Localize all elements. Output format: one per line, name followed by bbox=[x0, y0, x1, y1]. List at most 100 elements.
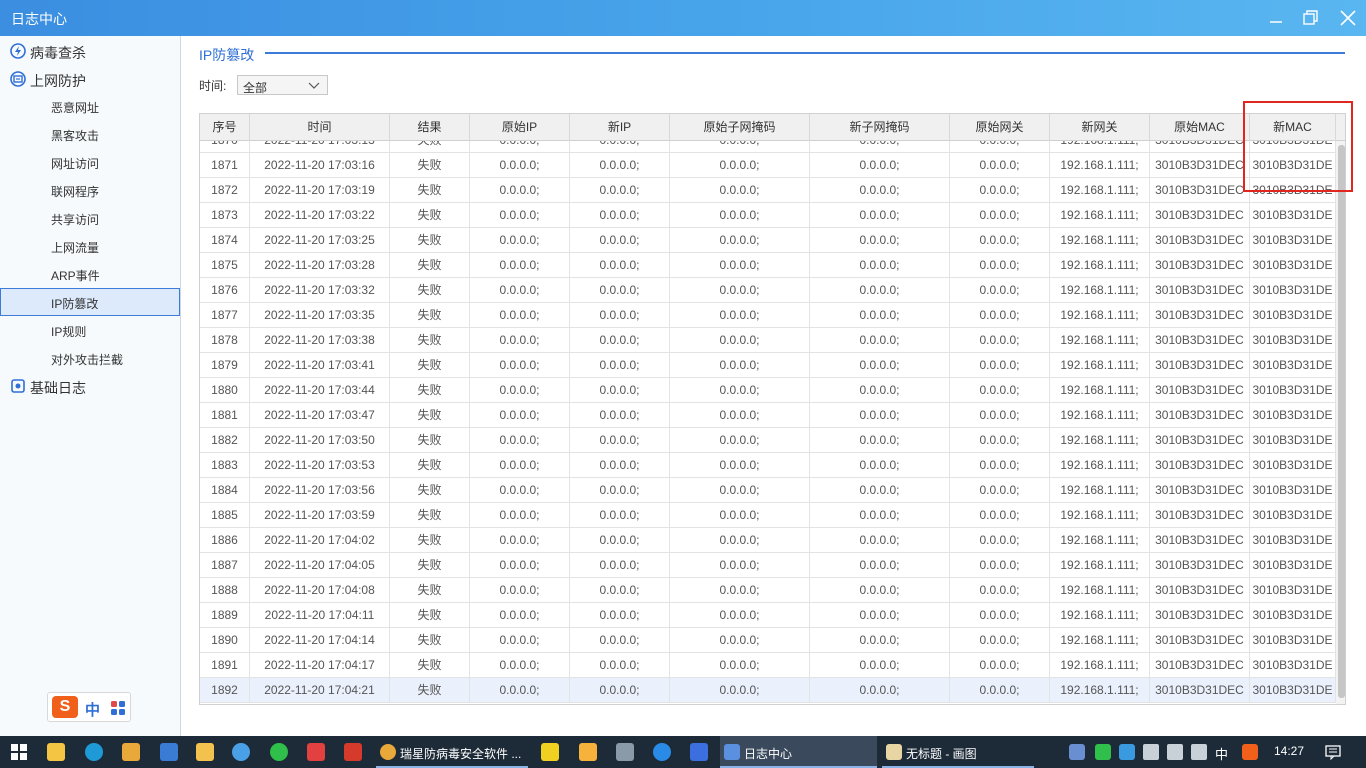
column-header-new-gateway[interactable]: 新网关 bbox=[1050, 114, 1150, 141]
table-row[interactable]: 1890 2022-11-20 17:04:14 失败 0.0.0.0; 0.0.0.0… bbox=[200, 628, 1336, 653]
cell-new-mac: 3010B3D31DE bbox=[1250, 578, 1336, 602]
sidebar-item-ip-rules[interactable]: IP规则 bbox=[0, 316, 180, 344]
table-row[interactable]: 1872 2022-11-20 17:03:19 失败 0.0.0.0; 0.0.0.0… bbox=[200, 178, 1336, 203]
table-row[interactable]: 1886 2022-11-20 17:04:02 失败 0.0.0.0; 0.0.0.0… bbox=[200, 528, 1336, 553]
time-filter-select[interactable]: 全部 bbox=[237, 75, 328, 95]
taskbar-app-log-center[interactable]: 日志中心 bbox=[720, 736, 877, 768]
table-row[interactable]: 1887 2022-11-20 17:04:05 失败 0.0.0.0; 0.0.0.0… bbox=[200, 553, 1336, 578]
ime-tray-indicator[interactable]: 中 bbox=[1215, 744, 1228, 763]
sidebar-group-network-protection[interactable]: 上网防护 bbox=[0, 65, 180, 93]
sidebar-item-outbound-attack[interactable]: 对外攻击拦截 bbox=[0, 344, 180, 372]
calculator-icon[interactable] bbox=[616, 743, 634, 761]
column-header-result[interactable]: 结果 bbox=[390, 114, 470, 141]
table-row[interactable]: 1873 2022-11-20 17:03:22 失败 0.0.0.0; 0.0.0.0… bbox=[200, 203, 1336, 228]
cell-orig-gateway: 0.0.0.0; bbox=[950, 253, 1050, 277]
table-row[interactable]: 1877 2022-11-20 17:03:35 失败 0.0.0.0; 0.0.0.0… bbox=[200, 303, 1336, 328]
network-status-icon[interactable] bbox=[1167, 744, 1183, 760]
volume-icon[interactable] bbox=[1191, 744, 1207, 760]
sidebar-group-virus-scan[interactable]: 病毒查杀 bbox=[0, 37, 180, 65]
edge-browser-icon[interactable] bbox=[85, 743, 103, 761]
pdf-tool-icon[interactable] bbox=[344, 743, 362, 761]
cell-result: 失败 bbox=[390, 403, 470, 427]
taskbar-app-rising-browser[interactable]: 瑞星防病毒安全软件 ... bbox=[376, 736, 528, 768]
sidebar-item-malicious-url[interactable]: 恶意网址 bbox=[0, 92, 180, 120]
scrollbar-thumb[interactable] bbox=[1338, 145, 1345, 698]
cell-seq: 1876 bbox=[200, 278, 250, 302]
table-row[interactable]: 1874 2022-11-20 17:03:25 失败 0.0.0.0; 0.0.0.0… bbox=[200, 228, 1336, 253]
minimize-button[interactable] bbox=[1266, 8, 1286, 28]
column-header-orig-mac[interactable]: 原始MAC bbox=[1150, 114, 1250, 141]
restore-button[interactable] bbox=[1301, 8, 1321, 28]
feishu-icon[interactable] bbox=[690, 743, 708, 761]
network-protection-icon bbox=[10, 71, 26, 87]
cell-new-mac: 3010B3D31DE bbox=[1250, 528, 1336, 552]
table-row[interactable]: 1882 2022-11-20 17:03:50 失败 0.0.0.0; 0.0.0.0… bbox=[200, 428, 1336, 453]
cell-orig-mask: 0.0.0.0; bbox=[670, 228, 810, 252]
clock[interactable]: 14:27 bbox=[1274, 744, 1304, 758]
column-header-seq[interactable]: 序号 bbox=[200, 114, 250, 141]
table-row[interactable]: 1876 2022-11-20 17:03:32 失败 0.0.0.0; 0.0.0.0… bbox=[200, 278, 1336, 303]
sidebar-item-arp-events[interactable]: ARP事件 bbox=[0, 260, 180, 288]
table-row[interactable]: 1878 2022-11-20 17:03:38 失败 0.0.0.0; 0.0.0.0… bbox=[200, 328, 1336, 353]
cell-new-mask: 0.0.0.0; bbox=[810, 528, 950, 552]
table-row[interactable]: 1883 2022-11-20 17:03:53 失败 0.0.0.0; 0.0.0.0… bbox=[200, 453, 1336, 478]
table-row[interactable]: 1884 2022-11-20 17:03:56 失败 0.0.0.0; 0.0.0.0… bbox=[200, 478, 1336, 503]
column-header-orig-ip[interactable]: 原始IP bbox=[470, 114, 570, 141]
cell-time: 2022-11-20 17:03:16 bbox=[250, 153, 390, 177]
cell-time: 2022-11-20 17:03:22 bbox=[250, 203, 390, 227]
sidebar-item-network-programs[interactable]: 联网程序 bbox=[0, 176, 180, 204]
network-app-icon[interactable] bbox=[232, 743, 250, 761]
vertical-scrollbar[interactable] bbox=[1336, 141, 1345, 704]
messenger-icon[interactable] bbox=[653, 743, 671, 761]
sidebar-group-basic-log[interactable]: 基础日志 bbox=[0, 372, 180, 400]
notes-app-icon[interactable] bbox=[579, 743, 597, 761]
cell-orig-mask: 0.0.0.0; bbox=[670, 553, 810, 577]
network-tool-icon[interactable] bbox=[160, 743, 178, 761]
ime-menu-icon bbox=[111, 701, 125, 715]
table-row[interactable]: 1891 2022-11-20 17:04:17 失败 0.0.0.0; 0.0.0.0… bbox=[200, 653, 1336, 678]
cell-seq: 1877 bbox=[200, 303, 250, 327]
rising-tool-icon[interactable] bbox=[307, 743, 325, 761]
sidebar-item-traffic[interactable]: 上网流量 bbox=[0, 232, 180, 260]
security-tray-icon[interactable] bbox=[1069, 744, 1085, 760]
store-icon[interactable] bbox=[47, 743, 65, 761]
cell-orig-mask: 0.0.0.0; bbox=[670, 478, 810, 502]
sidebar-item-share-access[interactable]: 共享访问 bbox=[0, 204, 180, 232]
table-row[interactable]: 1871 2022-11-20 17:03:16 失败 0.0.0.0; 0.0.0.0… bbox=[200, 153, 1336, 178]
close-button[interactable] bbox=[1338, 8, 1358, 28]
chart-app-icon[interactable] bbox=[541, 743, 559, 761]
column-header-time[interactable]: 时间 bbox=[250, 114, 390, 141]
notification-center-icon[interactable] bbox=[1325, 744, 1341, 760]
table-row[interactable]: 1881 2022-11-20 17:03:47 失败 0.0.0.0; 0.0.0.0… bbox=[200, 403, 1336, 428]
cell-orig-mask: 0.0.0.0; bbox=[670, 378, 810, 402]
column-header-new-ip[interactable]: 新IP bbox=[570, 114, 670, 141]
sidebar-item-url-access[interactable]: 网址访问 bbox=[0, 148, 180, 176]
ime-widget[interactable]: S 中 bbox=[47, 692, 131, 722]
sidebar-item-hacker-attack[interactable]: 黑客攻击 bbox=[0, 120, 180, 148]
table-row[interactable]: 1889 2022-11-20 17:04:11 失败 0.0.0.0; 0.0.0.0… bbox=[200, 603, 1336, 628]
cell-orig-ip: 0.0.0.0; bbox=[470, 428, 570, 452]
battery-icon[interactable] bbox=[1143, 744, 1159, 760]
file-explorer-icon[interactable] bbox=[196, 743, 214, 761]
defender-tray-icon[interactable] bbox=[1095, 744, 1111, 760]
table-row[interactable]: 1888 2022-11-20 17:04:08 失败 0.0.0.0; 0.0.0.0… bbox=[200, 578, 1336, 603]
sogou-tray-icon[interactable] bbox=[1242, 744, 1258, 760]
column-header-new-mask[interactable]: 新子网掩码 bbox=[810, 114, 950, 141]
table-row[interactable]: 1875 2022-11-20 17:03:28 失败 0.0.0.0; 0.0.0.0… bbox=[200, 253, 1336, 278]
wechat-icon[interactable] bbox=[270, 743, 288, 761]
sidebar-item-ip-tamper[interactable]: IP防篡改 bbox=[0, 288, 180, 316]
column-header-orig-gateway[interactable]: 原始网关 bbox=[950, 114, 1050, 141]
column-header-orig-mask[interactable]: 原始子网掩码 bbox=[670, 114, 810, 141]
table-row[interactable]: 18702022-11-20 17:03:13失败0.0.0.0;0.0.0.0… bbox=[200, 141, 1336, 153]
cell-new-ip: 0.0.0.0; bbox=[570, 278, 670, 302]
cell-time: 2022-11-20 17:04:08 bbox=[250, 578, 390, 602]
windows-start-icon[interactable] bbox=[10, 743, 28, 761]
table-row[interactable]: 1892 2022-11-20 17:04:21 失败 0.0.0.0; 0.0.0.0… bbox=[200, 678, 1336, 703]
flash-tool-icon[interactable] bbox=[122, 743, 140, 761]
vpn-tray-icon[interactable] bbox=[1119, 744, 1135, 760]
table-row[interactable]: 1885 2022-11-20 17:03:59 失败 0.0.0.0; 0.0.0.0… bbox=[200, 503, 1336, 528]
taskbar-app-paint[interactable]: 无标题 - 画图 bbox=[882, 736, 1034, 768]
table-row[interactable]: 1879 2022-11-20 17:03:41 失败 0.0.0.0; 0.0.0.0… bbox=[200, 353, 1336, 378]
table-row[interactable]: 1880 2022-11-20 17:03:44 失败 0.0.0.0; 0.0.0.0… bbox=[200, 378, 1336, 403]
cell-orig-gateway: 0.0.0.0; bbox=[950, 428, 1050, 452]
